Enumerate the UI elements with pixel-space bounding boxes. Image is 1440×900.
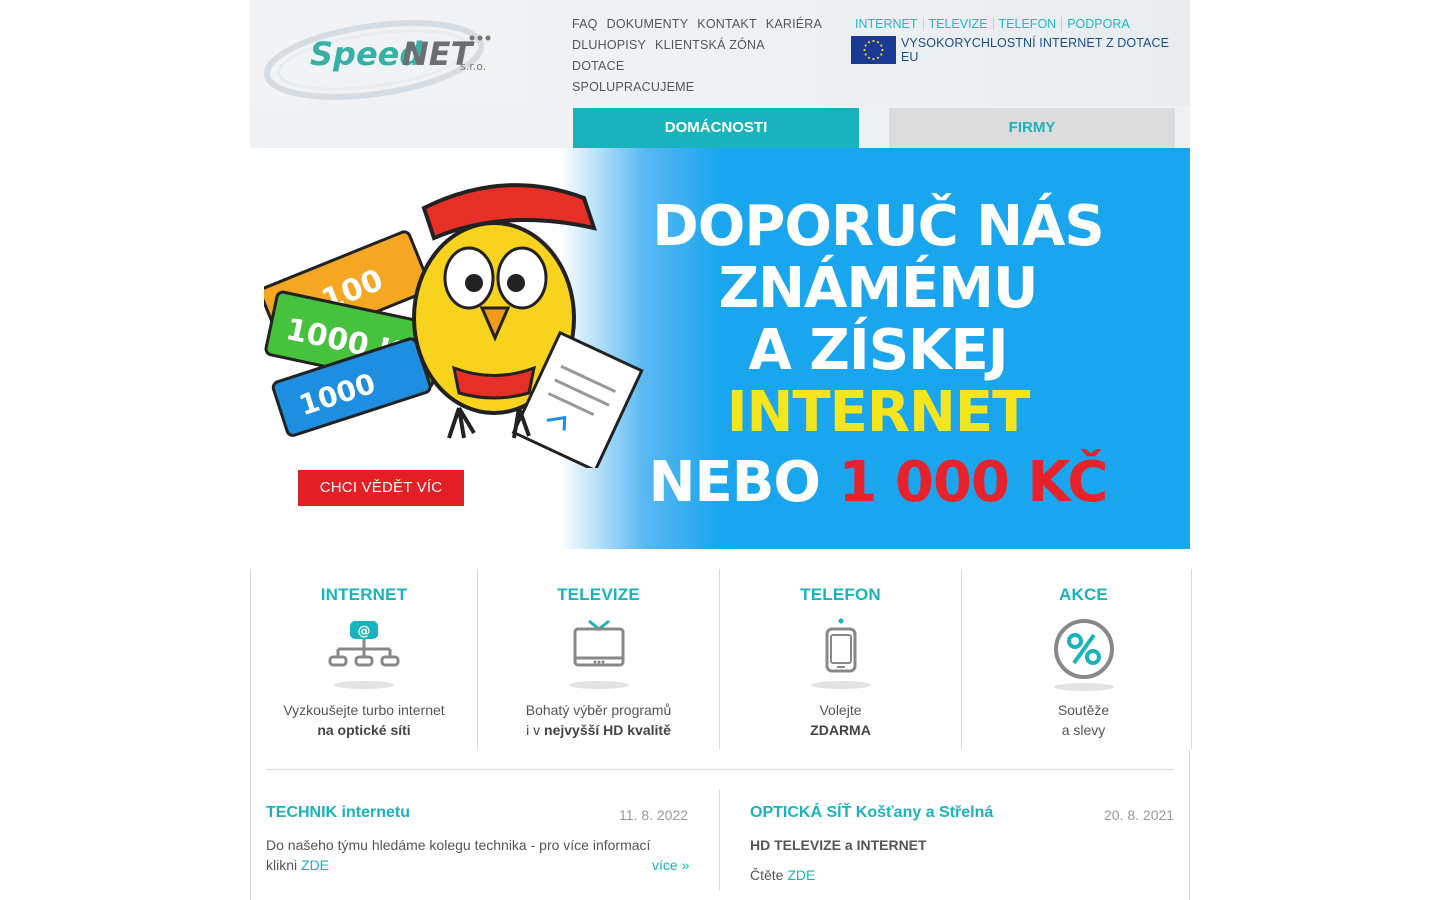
content-frame: [250, 749, 1190, 900]
percent-icon: [1053, 619, 1114, 691]
page: Speed NET s.r.o. FAQ DOKUMENTY KONTAKT KARI…: [250, 0, 1192, 900]
divider: [266, 769, 1174, 770]
nav-kariera[interactable]: KARIÉRA: [766, 14, 822, 35]
banner-amount: 1 000 KČ: [838, 450, 1109, 515]
service-telefon-desc-2: ZDARMA: [720, 720, 961, 740]
network-icon: @: [328, 621, 400, 689]
mascot-chicken-illustration: 100 1000 Kč 1000: [264, 183, 644, 468]
nav-televize[interactable]: TELEVIZE: [923, 17, 994, 31]
eu-flag-icon: [851, 36, 896, 64]
phone-icon: [810, 618, 871, 689]
news-1-date: 11. 8. 2022: [619, 807, 689, 823]
service-internet-title: INTERNET: [320, 585, 408, 604]
nav-dokumenty[interactable]: DOKUMENTY: [607, 14, 689, 35]
news-2-text-prefix: Čtěte: [750, 867, 788, 883]
news-1-zde-link[interactable]: ZDE: [301, 857, 329, 873]
news-1-more-link[interactable]: více »: [652, 855, 689, 875]
eu-subsidy-link[interactable]: VYSOKORYCHLOSTNÍ INTERNET Z DOTACE EU: [851, 36, 1190, 64]
banner-headline-2: ZNÁMÉMU: [718, 256, 1039, 321]
service-televize-title: TELEVIZE: [557, 585, 640, 604]
news-1-title[interactable]: TECHNIK internetu: [266, 804, 410, 822]
service-televize-bold-text: nejvyšší HD kvalitě: [544, 722, 671, 738]
news-1-text-prefix: klikni: [266, 857, 302, 873]
service-internet-desc: Vyzkoušejte turbo internet: [283, 702, 445, 718]
svg-text:@: @: [358, 624, 371, 639]
news-2-date: 20. 8. 2021: [1104, 807, 1175, 823]
nav-internet[interactable]: INTERNET: [850, 17, 924, 31]
eu-subsidy-text: VYSOKORYCHLOSTNÍ INTERNET Z DOTACE EU: [900, 36, 1170, 64]
service-telefon-bold-text: ZDARMA: [810, 722, 871, 738]
service-akce-desc: Soutěže: [1057, 702, 1110, 718]
nav-spolupracujeme[interactable]: SPOLUPRACUJEME: [572, 77, 694, 98]
banner-headline-5-prefix: NEBO: [648, 450, 821, 515]
banner-headline-1: DOPORUČ NÁS: [652, 194, 1104, 259]
svg-text:s.r.o.: s.r.o.: [460, 60, 486, 73]
nav-kontakt[interactable]: KONTAKT: [697, 14, 757, 35]
service-telefon[interactable]: TELEFON Volejte ZDARMA: [720, 569, 962, 749]
nav-podpora[interactable]: PODPORA: [1062, 17, 1135, 31]
tab-domacnosti[interactable]: DOMÁCNOSTI: [573, 108, 859, 148]
top-nav: FAQ DOKUMENTY KONTAKT KARIÉRA DLUHOPISY KLIE…: [572, 14, 832, 98]
nav-klientska-zona[interactable]: KLIENTSKÁ ZÓNA: [655, 35, 765, 56]
news-separator: [719, 790, 720, 890]
service-televize-desc: Bohatý výběr programů: [525, 702, 672, 718]
banner-headline-4: INTERNET: [726, 380, 1031, 445]
site-header: Speed NET s.r.o. FAQ DOKUMENTY KONTAKT KARI…: [250, 0, 1190, 148]
service-telefon-title: TELEFON: [800, 585, 881, 604]
service-internet-bold-text: na optické síti: [317, 722, 411, 738]
service-nav: INTERNET TELEVIZE TELEFON PODPORA: [850, 14, 1135, 35]
banner-headline-3: A ZÍSKEJ: [748, 318, 1008, 383]
tab-firmy[interactable]: FIRMY: [889, 108, 1175, 148]
service-televize-desc-2: i v nejvyšší HD kvalitě: [478, 720, 719, 740]
nav-telefon[interactable]: TELEFON: [993, 17, 1063, 31]
banner-headline-5: NEBO 1 000 KČ: [623, 452, 1133, 514]
news-1-text: Do našeho týmu hledáme kolegu technika -…: [266, 837, 651, 853]
service-akce-desc-2: a slevy: [1061, 722, 1106, 738]
service-akce-title: AKCE: [1059, 585, 1108, 604]
news-1-text-2: klikni ZDE: [266, 855, 329, 875]
service-televize-prefix: i v: [526, 722, 545, 738]
news-2-title[interactable]: OPTICKÁ SÍŤ Košťany a Střelná: [750, 804, 993, 822]
service-internet[interactable]: INTERNET @ Vyzkoušejte turbo internet na…: [251, 569, 478, 749]
news-2-text: Čtěte ZDE: [750, 865, 815, 885]
promo-banner[interactable]: 100 1000 Kč 1000 DOPORUČ NÁS ZNÁMÉMU A Z…: [250, 148, 1190, 549]
cta-button[interactable]: CHCI VĚDĚT VÍC: [298, 470, 464, 506]
service-internet-desc-bold: na optické síti: [251, 720, 477, 740]
services-row: INTERNET @ Vyzkoušejte turbo internet na…: [250, 569, 1192, 749]
service-akce[interactable]: AKCE Soutěže a slevy: [962, 569, 1205, 749]
news-2-subtitle: HD TELEVIZE a INTERNET: [750, 837, 927, 853]
nav-dotace[interactable]: DOTACE: [572, 56, 624, 77]
tv-icon: [568, 619, 629, 689]
news-2-zde-link[interactable]: ZDE: [787, 867, 815, 883]
nav-faq[interactable]: FAQ: [572, 14, 598, 35]
nav-dluhopisy[interactable]: DLUHOPISY: [572, 35, 646, 56]
speednet-logo[interactable]: Speed NET s.r.o.: [264, 10, 504, 102]
service-televize[interactable]: TELEVIZE Bohatý výběr programů i v nejvy…: [478, 569, 720, 749]
service-telefon-desc: Volejte: [819, 702, 862, 718]
